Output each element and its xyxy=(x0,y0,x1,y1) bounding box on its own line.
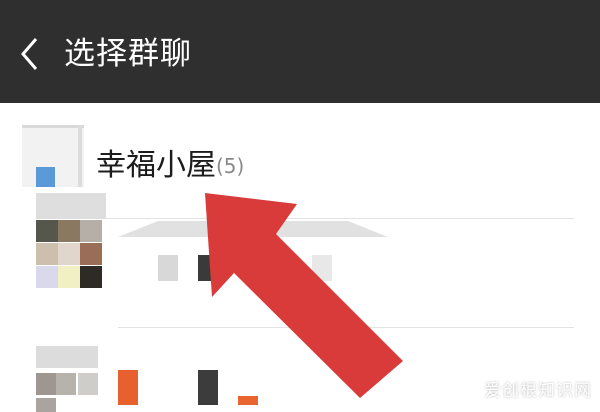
blurred-name-block xyxy=(312,255,332,281)
divider xyxy=(96,218,574,219)
group-avatar xyxy=(36,193,106,303)
chevron-left-icon[interactable] xyxy=(18,34,42,74)
avatar-tile xyxy=(78,125,82,187)
avatar-tile xyxy=(56,373,76,395)
group-avatar xyxy=(22,125,84,187)
watermark: 爱创根知识网 xyxy=(484,381,592,401)
blurred-name xyxy=(118,221,388,237)
member-count: (5) xyxy=(216,154,245,178)
avatar-tile xyxy=(36,398,56,412)
page-title: 选择群聊 xyxy=(64,36,192,72)
avatar-tile xyxy=(36,346,98,368)
avatar-tile xyxy=(58,220,80,242)
group-name-text: 幸福小屋 xyxy=(96,148,216,183)
divider xyxy=(118,327,574,328)
avatar-tile xyxy=(36,266,58,288)
group-name: 幸福小屋(5) xyxy=(96,144,244,188)
title-bar: 选择群聊 xyxy=(0,0,600,103)
blurred-name-block xyxy=(238,396,258,405)
avatar-tile xyxy=(78,373,98,395)
avatar-tile xyxy=(36,373,56,395)
avatar-tile xyxy=(36,220,58,242)
avatar-tile xyxy=(36,193,106,219)
group-list: 幸福小屋(5) xyxy=(0,103,600,412)
avatar-tile xyxy=(80,243,102,265)
group-avatar xyxy=(36,346,102,412)
blurred-name-block xyxy=(258,255,278,281)
avatar-tile xyxy=(36,167,55,187)
blurred-name-block xyxy=(198,370,218,405)
blurred-name-block xyxy=(198,255,218,281)
blurred-name-block xyxy=(158,255,178,281)
avatar-tile xyxy=(36,243,58,265)
avatar-tile xyxy=(58,266,80,288)
blurred-name-block xyxy=(118,370,138,405)
avatar-tile xyxy=(80,220,102,242)
group-item[interactable] xyxy=(0,193,600,330)
avatar-tile xyxy=(22,125,84,128)
avatar-tile xyxy=(58,243,80,265)
avatar-tile xyxy=(80,266,102,288)
